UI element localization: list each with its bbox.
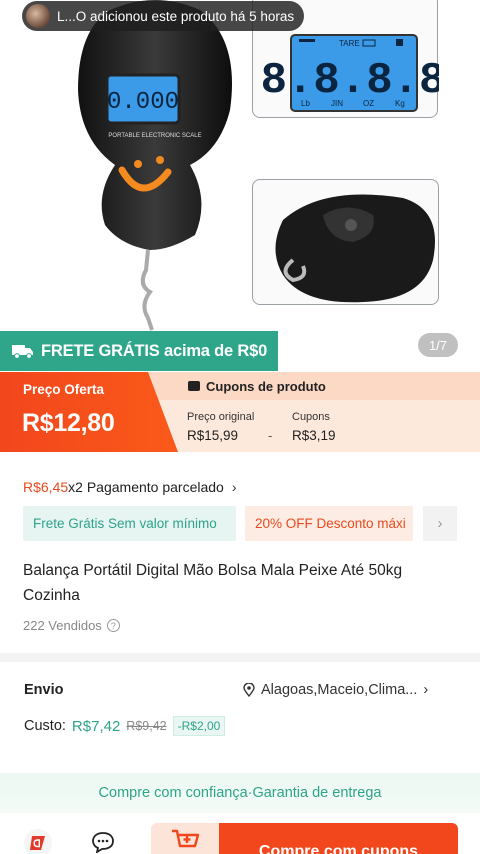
- installment-row[interactable]: R$6,45 x2 Pagamento parcelado ›: [23, 479, 237, 495]
- chevron-right-icon: ›: [423, 682, 429, 698]
- original-price-label: Preço original: [187, 411, 255, 423]
- shipping-location[interactable]: Alagoas,Maceio,Clima... ›: [243, 682, 428, 698]
- tag-free-shipping[interactable]: Frete Grátis Sem valor mínimo: [23, 505, 236, 541]
- promo-tags: Frete Grátis Sem valor mínimo 20% OFF De…: [23, 505, 457, 541]
- lcd-unit-kg: Kg: [395, 99, 405, 108]
- lcd-digits: 8.8.8.8: [261, 56, 439, 106]
- minus-sign: -: [268, 428, 273, 443]
- lcd-unit-jin: JIN: [331, 99, 343, 108]
- section-divider: [0, 653, 480, 662]
- avatar: [26, 4, 50, 28]
- chat-icon[interactable]: [91, 831, 115, 853]
- tag-discount[interactable]: 20% OFF Desconto máxi: [245, 505, 413, 541]
- original-price: R$15,99: [187, 428, 239, 443]
- lcd-unit-lb: Lb: [301, 99, 310, 108]
- truck-icon: [12, 345, 33, 359]
- lcd-reading: 0.000: [107, 89, 179, 116]
- lcd-unit-oz: OZ: [363, 99, 374, 108]
- bottom-action-bar: ᗡ Compre com cupons: [0, 813, 480, 854]
- shipping-label: Envio: [24, 682, 64, 698]
- cost-discount: -R$2,00: [172, 716, 226, 736]
- gallery-thumb-hook[interactable]: [252, 179, 439, 305]
- chevron-right-icon: ›: [231, 479, 237, 495]
- cost-old: R$9,42: [126, 719, 167, 733]
- gallery-counter: 1/7: [418, 333, 458, 357]
- offer-price: R$12,80: [22, 409, 115, 437]
- store-icon[interactable]: ᗡ: [24, 829, 52, 854]
- offer-label: Preço Oferta: [23, 382, 105, 397]
- offer-price-block: Preço Oferta R$12,80: [0, 372, 178, 452]
- shipping-location-text: Alagoas,Maceio,Clima...: [261, 682, 418, 698]
- free-shipping-text: FRETE GRÁTIS acima de R$0: [41, 341, 268, 360]
- product-image-scale: 0.000 PORTABLE ELECTRONIC SCALE: [78, 0, 232, 331]
- cart-plus-icon: [172, 829, 200, 848]
- sold-count: 222 Vendidos ?: [23, 618, 120, 633]
- cost-label: Custo:: [24, 718, 66, 734]
- guarantee-banner[interactable]: Compre com confiança·Garantia de entrega: [0, 773, 480, 813]
- product-title: Balança Portátil Digital Mão Bolsa Mala …: [23, 562, 403, 604]
- shipping-cost: Custo: R$7,42 R$9,42 -R$2,00: [24, 716, 226, 736]
- location-pin-icon: [243, 683, 255, 697]
- coupons-header[interactable]: Cupons de produto: [148, 372, 480, 400]
- coupon-value: R$3,19: [292, 428, 336, 443]
- svg-text:ᗡ: ᗡ: [33, 839, 41, 850]
- scale-label: PORTABLE ELECTRONIC SCALE: [108, 133, 201, 139]
- notice-text: L...O adicionou este produto há 5 horas: [57, 8, 295, 24]
- tare-label: TARE: [339, 39, 360, 48]
- installment-text: x2 Pagamento parcelado: [68, 479, 224, 495]
- free-shipping-banner: FRETE GRÁTIS acima de R$0: [0, 331, 278, 371]
- recent-activity-notice: L...O adicionou este produto há 5 horas: [22, 1, 305, 31]
- chevron-right-icon: ›: [437, 514, 443, 532]
- add-to-cart-button[interactable]: [151, 823, 219, 854]
- price-strip: Cupons de produto Preço Oferta R$12,80 P…: [0, 372, 480, 452]
- coupon-icon: [188, 381, 200, 391]
- tags-more-button[interactable]: ›: [423, 505, 457, 541]
- cost-new: R$7,42: [71, 717, 121, 735]
- coupon-label: Cupons: [292, 411, 330, 423]
- help-icon[interactable]: ?: [106, 619, 120, 632]
- product-gallery[interactable]: L...O adicionou este produto há 5 horas …: [0, 0, 480, 372]
- installment-amount: R$6,45: [23, 479, 69, 495]
- buy-with-coupons-button[interactable]: Compre com cupons: [219, 823, 458, 854]
